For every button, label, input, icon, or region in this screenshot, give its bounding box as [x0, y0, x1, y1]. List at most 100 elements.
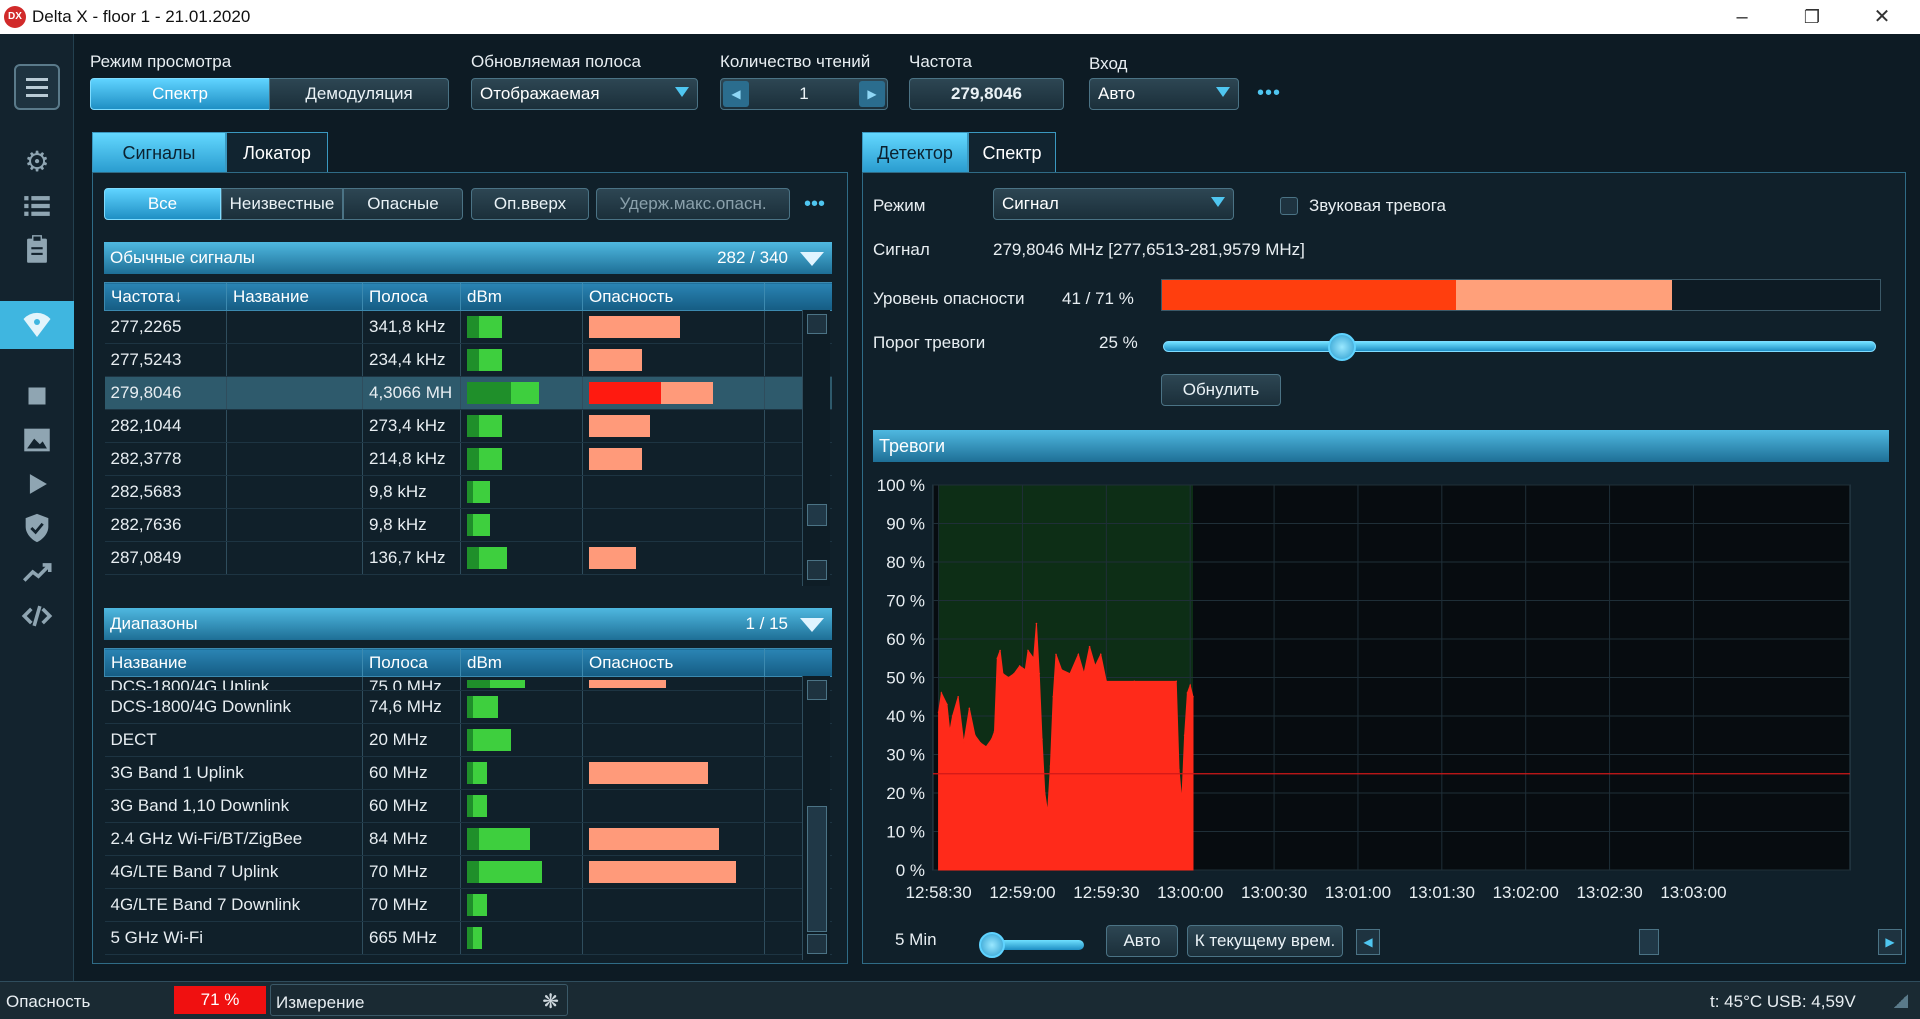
table-row[interactable]: DECT 20 MHz [104, 723, 832, 757]
table-row[interactable]: 282,1044 273,4 kHz [104, 409, 832, 443]
updated-band-select[interactable]: Отображаемая [471, 78, 698, 110]
code-icon[interactable] [0, 596, 74, 636]
play-icon[interactable] [0, 464, 74, 504]
view-mode-demod-button[interactable]: Демодуляция [269, 78, 449, 110]
sound-alarm-checkbox[interactable] [1280, 197, 1298, 215]
clipboard-icon[interactable] [0, 230, 74, 270]
col-dbm[interactable]: dBm [460, 282, 583, 311]
alarm-threshold-slider[interactable] [1163, 333, 1876, 361]
signals-header[interactable]: Обычные сигналы 282 / 340 [104, 242, 832, 274]
close-icon[interactable]: ✕ [1852, 0, 1912, 34]
image-icon[interactable] [0, 420, 74, 460]
scroll-down-icon[interactable] [807, 934, 827, 954]
time-span-slider[interactable] [979, 932, 1084, 958]
scroll-up-icon[interactable] [807, 680, 827, 700]
danger-bar-current [589, 382, 661, 404]
col-range-dbm[interactable]: dBm [460, 648, 583, 677]
danger-data-point [1044, 792, 1046, 794]
filters-more-icon[interactable]: ••• [804, 193, 825, 216]
filter-all-button[interactable]: Все [104, 188, 221, 220]
input-select[interactable]: Авто [1089, 78, 1239, 110]
table-row[interactable]: 5 GHz Wi-Fi 665 MHz [104, 921, 832, 955]
mode-select[interactable]: Сигнал [993, 188, 1234, 220]
col-range-danger[interactable]: Опасность [582, 648, 765, 677]
table-row[interactable]: 287,0849 136,7 kHz [104, 541, 832, 575]
range-name: 2.4 GHz Wi-Fi/BT/ZigBee [104, 822, 363, 856]
hold-max-danger-button[interactable]: Удерж.макс.опасн. [596, 188, 790, 220]
table-row[interactable]: 282,5683 9,8 kHz [104, 475, 832, 509]
table-row[interactable]: 277,5243 234,4 kHz [104, 343, 832, 377]
time-scroll-thumb[interactable] [1639, 929, 1659, 955]
scroll-left-icon[interactable]: ◀ [1356, 929, 1380, 955]
increment-arrow-icon[interactable]: ▶ [859, 81, 885, 107]
ranges-scrollbar[interactable] [802, 676, 830, 960]
gear-icon[interactable]: ⚙ [0, 142, 74, 182]
tab-signals[interactable]: Сигналы [92, 132, 226, 172]
table-row[interactable]: 4G/LTE Band 7 Downlink 70 MHz [104, 888, 832, 922]
shield-icon[interactable] [0, 508, 74, 548]
tab-spectrum[interactable]: Спектр [968, 132, 1056, 172]
table-row[interactable]: 4G/LTE Band 7 Uplink 70 MHz [104, 855, 832, 889]
collapse-triangle-icon[interactable] [800, 618, 824, 632]
scroll-down-icon[interactable] [807, 560, 827, 580]
table-row[interactable]: 279,8046 4,3066 MH [104, 376, 832, 410]
frequency-field[interactable]: 279,8046 [909, 78, 1064, 110]
col-frequency[interactable]: Частота↓ [104, 282, 227, 311]
table-row-partial[interactable]: DCS-1800/4G Uplink 75,0 MHz [104, 676, 832, 691]
scroll-thumb[interactable] [807, 504, 827, 526]
scroll-up-icon[interactable] [807, 314, 827, 334]
to-current-time-button[interactable]: К текущему врем. [1187, 925, 1343, 957]
sidebar: ⚙ [0, 34, 74, 981]
auto-button[interactable]: Авто [1106, 925, 1178, 957]
tab-locator[interactable]: Локатор [226, 132, 328, 172]
more-options-icon[interactable]: ••• [1257, 82, 1281, 105]
reset-button[interactable]: Обнулить [1161, 374, 1281, 406]
decrement-arrow-icon[interactable]: ◀ [723, 81, 749, 107]
resize-grip-icon[interactable] [1894, 994, 1908, 1008]
danger-data-point [948, 730, 951, 733]
scroll-right-icon[interactable]: ▶ [1878, 929, 1902, 955]
stop-icon[interactable] [0, 376, 74, 416]
danger-bar [589, 696, 764, 718]
mode-label: Режим [873, 196, 926, 215]
col-range-band[interactable]: Полоса [362, 648, 461, 677]
trend-icon[interactable] [0, 552, 74, 592]
collapse-triangle-icon[interactable] [800, 252, 824, 266]
tab-detector[interactable]: Детектор [862, 132, 968, 172]
signal-name [226, 310, 363, 344]
spinner-icon: ❋ [542, 991, 559, 1013]
danger-up-button[interactable]: Оп.вверх [471, 188, 589, 220]
x-tick-label: 13:00:00 [1157, 883, 1223, 902]
col-range-name[interactable]: Название [104, 648, 363, 677]
filter-unknown-button[interactable]: Неизвестные [221, 188, 343, 220]
table-row[interactable]: 282,3778 214,8 kHz [104, 442, 832, 476]
table-row[interactable]: 3G Band 1,10 Downlink 60 MHz [104, 789, 832, 823]
reads-stepper[interactable]: ◀ 1 ▶ [720, 78, 888, 110]
hamburger-menu-icon[interactable] [14, 64, 60, 110]
danger-level-current [1162, 280, 1457, 310]
col-band[interactable]: Полоса [362, 282, 461, 311]
col-danger[interactable]: Опасность [582, 282, 765, 311]
slider-knob[interactable] [979, 932, 1005, 958]
col-name[interactable]: Название [226, 282, 363, 311]
table-row[interactable]: DCS-1800/4G Downlink 74,6 MHz [104, 690, 832, 724]
sidebar-item-signals[interactable] [0, 301, 74, 349]
signals-scrollbar[interactable] [802, 310, 830, 586]
minimize-icon[interactable]: – [1712, 0, 1772, 34]
view-mode-spectrum-button[interactable]: Спектр [90, 78, 270, 110]
table-row[interactable]: 2.4 GHz Wi-Fi/BT/ZigBee 84 MHz [104, 822, 832, 856]
danger-bar [589, 861, 764, 883]
list-icon[interactable] [0, 186, 74, 226]
scroll-thumb[interactable] [807, 806, 827, 932]
ranges-header[interactable]: Диапазоны 1 / 15 [104, 608, 832, 640]
table-row[interactable]: 277,2265 341,8 kHz [104, 310, 832, 344]
filter-dangerous-button[interactable]: Опасные [343, 188, 463, 220]
table-row[interactable]: 282,7636 9,8 kHz [104, 508, 832, 542]
signal-frequency: 282,5683 [104, 475, 227, 509]
dbm-bar-dark [467, 349, 479, 371]
alarm-threshold-label: Порог тревоги [873, 333, 986, 352]
restore-icon[interactable]: ❐ [1782, 0, 1842, 34]
range-band: 74,6 MHz [362, 690, 461, 724]
dbm-bar [467, 448, 582, 470]
table-row[interactable]: 3G Band 1 Uplink 60 MHz [104, 756, 832, 790]
